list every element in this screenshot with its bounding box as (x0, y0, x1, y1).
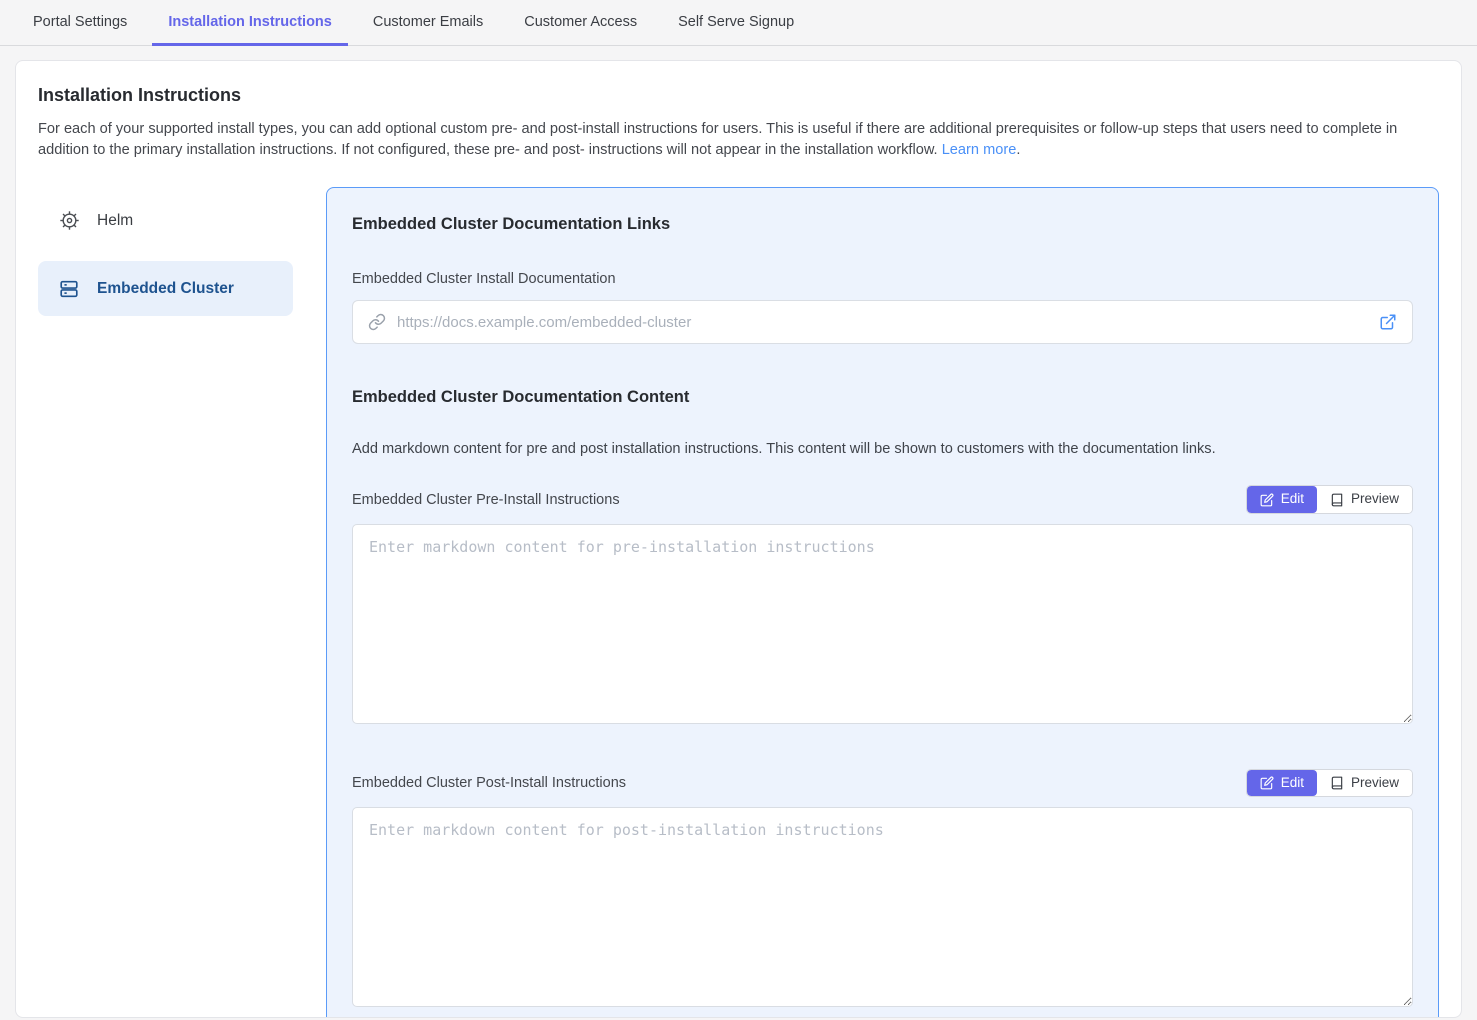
page-description: For each of your supported install types… (38, 119, 1438, 160)
edit-icon (1260, 493, 1274, 507)
tab-self-serve-signup[interactable]: Self Serve Signup (662, 0, 810, 46)
book-icon (1330, 776, 1344, 790)
install-documentation-url-field (352, 300, 1413, 344)
preview-button-label: Preview (1351, 491, 1399, 507)
pre-install-edit-button[interactable]: Edit (1247, 486, 1317, 512)
link-icon (368, 313, 386, 331)
pre-install-label: Embedded Cluster Pre-Install Instruction… (352, 492, 620, 508)
install-documentation-url-input[interactable] (397, 314, 1368, 331)
post-install-preview-button[interactable]: Preview (1317, 770, 1412, 796)
install-documentation-label: Embedded Cluster Install Documentation (352, 271, 1413, 287)
server-stack-icon (58, 278, 80, 300)
edit-icon (1260, 776, 1274, 790)
preview-button-label: Preview (1351, 775, 1399, 791)
pre-install-mode-toggle: Edit Preview (1246, 485, 1413, 513)
post-install-edit-button[interactable]: Edit (1247, 770, 1317, 796)
settings-tabbar: Portal Settings Installation Instruction… (0, 0, 1477, 46)
learn-more-link[interactable]: Learn more (942, 142, 1017, 158)
tab-customer-access[interactable]: Customer Access (508, 0, 653, 46)
embedded-cluster-panel: Embedded Cluster Documentation Links Emb… (326, 187, 1439, 1018)
pre-install-markdown-textarea[interactable] (352, 524, 1413, 724)
install-type-nav: Helm Embedded Cluster (38, 187, 293, 329)
sidebar-item-label: Embedded Cluster (97, 280, 234, 298)
page-title: Installation Instructions (38, 85, 1439, 106)
sidebar-item-embedded-cluster[interactable]: Embedded Cluster (38, 261, 293, 316)
installation-instructions-card: Installation Instructions For each of yo… (15, 60, 1462, 1018)
post-install-markdown-textarea[interactable] (352, 807, 1413, 1007)
page-description-text: For each of your supported install types… (38, 121, 1397, 158)
post-install-header: Embedded Cluster Post-Install Instructio… (352, 769, 1413, 797)
documentation-links-title: Embedded Cluster Documentation Links (352, 215, 1413, 234)
pre-install-preview-button[interactable]: Preview (1317, 486, 1412, 512)
post-install-mode-toggle: Edit Preview (1246, 769, 1413, 797)
tab-customer-emails[interactable]: Customer Emails (357, 0, 499, 46)
open-external-link-button[interactable] (1379, 313, 1397, 331)
sidebar-item-label: Helm (97, 212, 133, 230)
post-install-label: Embedded Cluster Post-Install Instructio… (352, 775, 626, 791)
tab-portal-settings[interactable]: Portal Settings (17, 0, 143, 46)
external-link-icon (1379, 313, 1397, 331)
learn-more-period: . (1016, 142, 1020, 158)
documentation-content-title: Embedded Cluster Documentation Content (352, 388, 1413, 407)
content-row: Helm Embedded Cluster Embedded Cluster D… (38, 187, 1439, 1018)
edit-button-label: Edit (1281, 775, 1304, 791)
book-icon (1330, 493, 1344, 507)
documentation-content-description: Add markdown content for pre and post in… (352, 441, 1413, 457)
sidebar-item-helm[interactable]: Helm (38, 193, 293, 248)
edit-button-label: Edit (1281, 491, 1304, 507)
helm-icon (58, 210, 80, 232)
tab-installation-instructions[interactable]: Installation Instructions (152, 0, 348, 46)
pre-install-header: Embedded Cluster Pre-Install Instruction… (352, 485, 1413, 513)
